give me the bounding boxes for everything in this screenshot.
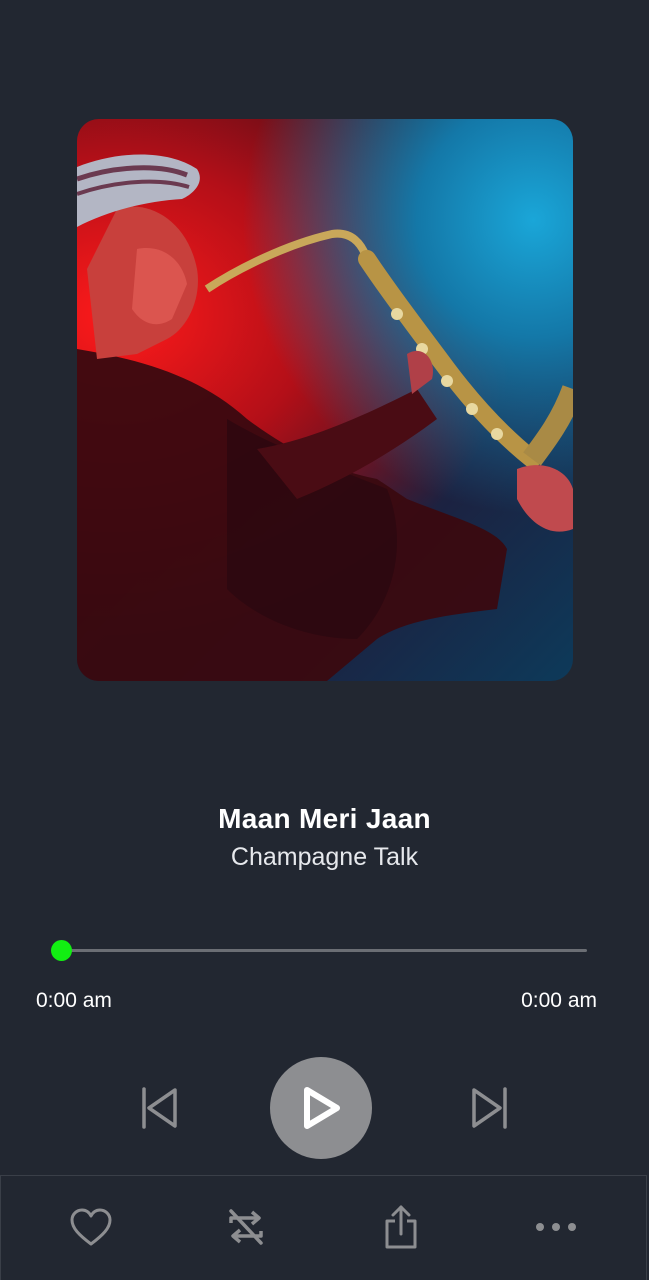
more-horizontal-icon: [536, 1223, 576, 1231]
repeat-off-icon: [229, 1209, 263, 1245]
artist-name: Champagne Talk: [230, 843, 419, 871]
repeat-button[interactable]: [223, 1204, 269, 1250]
share-button[interactable]: [378, 1204, 424, 1250]
saxophone-player-image: [77, 154, 573, 681]
play-button[interactable]: [270, 1057, 372, 1159]
play-icon: [304, 1087, 340, 1129]
like-button[interactable]: [68, 1204, 114, 1250]
more-options-button[interactable]: [533, 1204, 579, 1250]
share-icon: [385, 1205, 417, 1249]
progress-thumb[interactable]: [51, 940, 72, 961]
progress-slider[interactable]: [51, 940, 587, 961]
elapsed-time: 0:00 am: [36, 989, 112, 1012]
total-time: 0:00 am: [521, 989, 597, 1012]
previous-button[interactable]: [136, 1085, 182, 1131]
heart-icon: [70, 1208, 112, 1246]
bottom-action-bar: [0, 1175, 647, 1280]
next-button[interactable]: [467, 1085, 513, 1131]
song-title: Maan Meri Jaan: [218, 803, 431, 834]
skip-previous-icon: [142, 1087, 177, 1129]
skip-next-icon: [472, 1087, 507, 1129]
album-art: [77, 119, 573, 681]
player-screen: Maan Meri Jaan Champagne Talk 0:00 am 0:…: [0, 0, 649, 1280]
